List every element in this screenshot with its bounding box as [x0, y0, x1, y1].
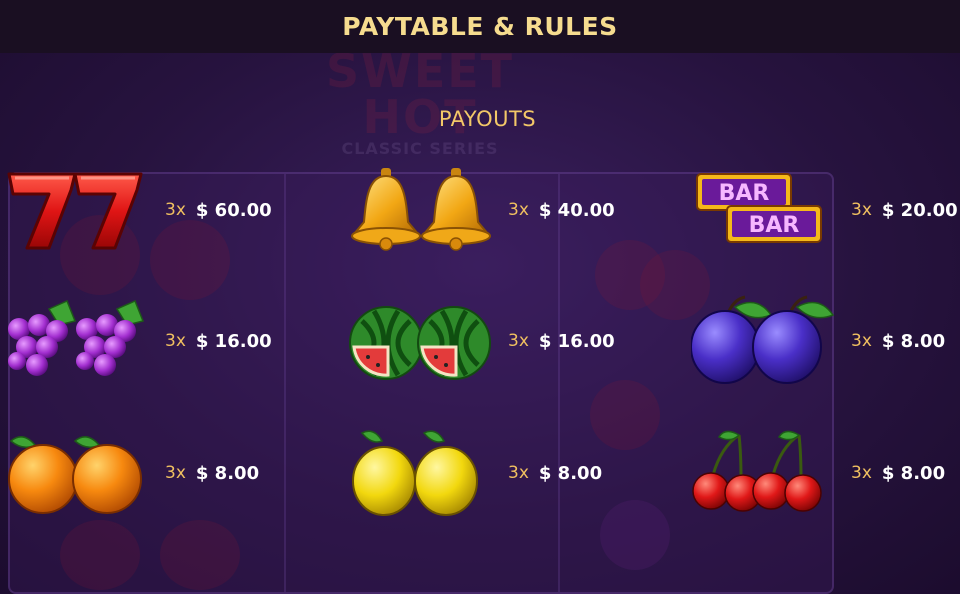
payout-amount: $ 16.00 — [538, 330, 615, 352]
bar-label-2: BAR — [749, 213, 800, 238]
payout-row-plum: 3x $ 8.00 — [690, 291, 960, 391]
payout-value: 3x $ 8.00 — [851, 423, 945, 523]
multiplier-label: 3x — [508, 463, 529, 483]
payout-row-seven: 3x $ 60.00 — [5, 160, 305, 260]
multiplier-label: 3x — [165, 331, 186, 351]
watermelon-icon — [348, 291, 493, 391]
bell-icon — [348, 160, 493, 260]
multiplier-label: 3x — [851, 331, 872, 351]
plum-icon — [690, 291, 836, 391]
multiplier-label: 3x — [851, 463, 872, 483]
page-title: PAYTABLE & RULES — [342, 12, 618, 41]
background-logo-line1: SWEET — [325, 44, 515, 98]
multiplier-label: 3x — [508, 200, 529, 220]
multiplier-label: 3x — [165, 200, 186, 220]
bar-icon: BAR BAR — [691, 160, 836, 260]
payout-amount: $ 8.00 — [195, 462, 260, 484]
seven-icon — [5, 160, 150, 260]
payout-row-cherry: 3x $ 8.00 — [691, 423, 960, 523]
payout-value: 3x $ 8.00 — [851, 291, 945, 391]
payout-amount: $ 8.00 — [538, 462, 603, 484]
payout-value: 3x $ 8.00 — [508, 423, 602, 523]
background-logo-sub: CLASSIC SERIES — [341, 139, 499, 158]
payout-row-watermelon: 3x $ 16.00 — [348, 291, 648, 391]
payout-value: 3x $ 8.00 — [165, 423, 259, 523]
lemon-icon — [348, 423, 493, 523]
payout-amount: $ 16.00 — [195, 330, 272, 352]
payout-value: 3x $ 16.00 — [508, 291, 615, 391]
payout-row-bar: BAR BAR 3x $ 20.00 — [691, 160, 960, 260]
payout-row-orange: 3x $ 8.00 — [5, 423, 305, 523]
bar-label-1: BAR — [719, 181, 770, 206]
payout-amount: $ 8.00 — [881, 462, 946, 484]
payout-amount: $ 8.00 — [881, 330, 946, 352]
multiplier-label: 3x — [851, 200, 872, 220]
payout-row-grapes: 3x $ 16.00 — [5, 291, 305, 391]
payout-amount: $ 40.00 — [538, 199, 615, 221]
orange-icon — [5, 423, 150, 523]
payout-amount: $ 60.00 — [195, 199, 272, 221]
cherry-icon — [691, 423, 836, 523]
payout-value: 3x $ 40.00 — [508, 160, 615, 260]
multiplier-label: 3x — [508, 331, 529, 351]
payout-row-lemon: 3x $ 8.00 — [348, 423, 648, 523]
payout-value: 3x $ 16.00 — [165, 291, 272, 391]
section-title-payouts: PAYOUTS — [438, 107, 537, 131]
payout-amount: $ 20.00 — [881, 199, 958, 221]
payout-value: 3x $ 60.00 — [165, 160, 272, 260]
background-logo: SWEET HOT CLASSIC SERIES — [300, 48, 540, 158]
grapes-icon — [5, 291, 150, 391]
multiplier-label: 3x — [165, 463, 186, 483]
payout-row-bell: 3x $ 40.00 — [348, 160, 648, 260]
payout-value: 3x $ 20.00 — [851, 160, 958, 260]
